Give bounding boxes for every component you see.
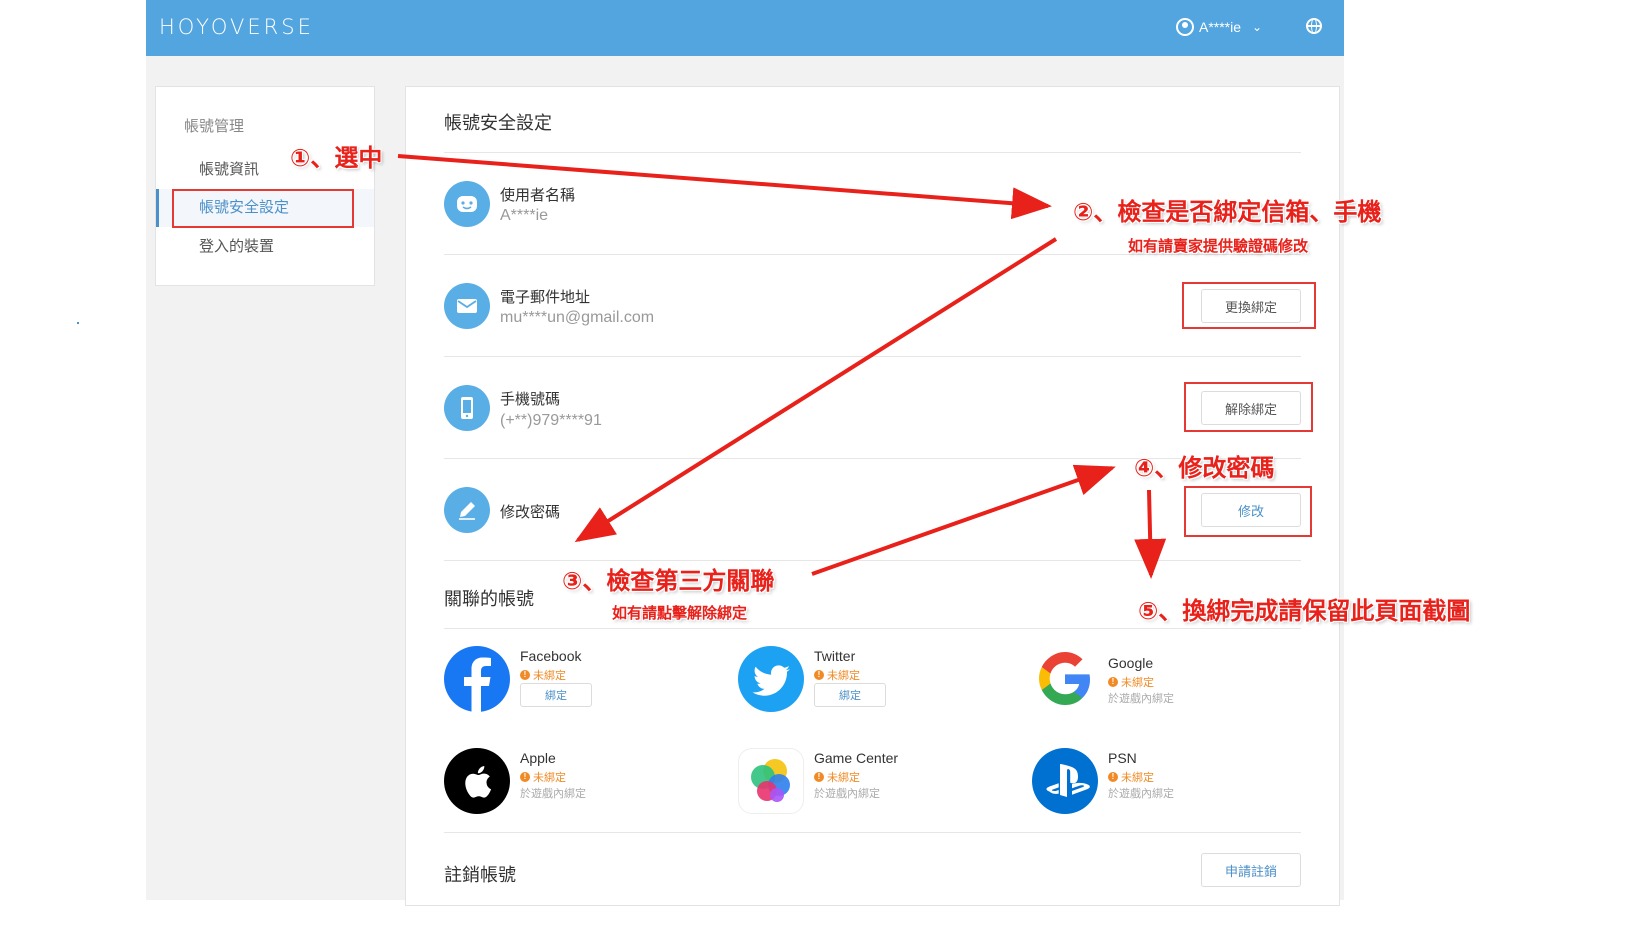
warning-icon: ! (520, 670, 530, 680)
cancel-account-title: 註銷帳號 (444, 865, 516, 885)
account-name: PSN (1108, 750, 1137, 766)
annotation-step5: ⑤、換綁完成請保留此頁面截圖 (1138, 598, 1471, 625)
annotation-step2-sub: 如有請賣家提供驗證碼修改 (1128, 238, 1309, 255)
highlight-box-phone (1184, 382, 1313, 432)
status-text: 未綁定 (827, 670, 860, 682)
status-badge: ! 未綁定 (814, 667, 860, 683)
phone-icon (444, 385, 490, 431)
bind-in-game-note: 於遊戲內綁定 (1108, 788, 1174, 800)
account-name: Game Center (814, 750, 899, 766)
mail-icon (444, 283, 490, 329)
status-text: 未綁定 (827, 772, 860, 784)
username-value: A****ie (500, 207, 549, 224)
linked-twitter: Twitter ! 未綁定 綁定 (738, 646, 998, 716)
linked-game-center: Game Center ! 未綁定 於遊戲內綁定 (738, 748, 998, 818)
bind-in-game-note: 於遊戲內綁定 (814, 788, 880, 800)
bind-twitter-button[interactable]: 綁定 (814, 683, 886, 707)
highlight-box-password (1184, 486, 1312, 537)
chevron-down-icon: ⌄ (1252, 20, 1263, 34)
divider (444, 628, 1301, 629)
warning-icon: ! (814, 772, 824, 782)
warning-icon: ! (520, 772, 530, 782)
divider (444, 152, 1301, 153)
sidebar-heading: 帳號管理 (184, 118, 245, 135)
account-name: Twitter (814, 648, 856, 664)
warning-icon: ! (1108, 772, 1118, 782)
bind-in-game-note: 於遊戲內綁定 (520, 788, 586, 800)
account-name: Facebook (520, 648, 582, 664)
sidebar-item-login-devices[interactable]: 登入的裝置 (156, 228, 374, 266)
status-badge: ! 未綁定 (814, 769, 860, 785)
linked-accounts-title: 關聯的帳號 (444, 589, 534, 609)
status-badge: ! 未綁定 (1108, 769, 1154, 785)
status-badge: ! 未綁定 (520, 769, 566, 785)
annotation-step3: ③、檢查第三方關聯 (562, 568, 775, 595)
globe-icon[interactable] (1306, 18, 1322, 34)
face-icon (444, 181, 490, 227)
annotation-step1: ①、選中 (290, 145, 383, 172)
hoyoverse-logo[interactable]: HOYOVERSE (159, 15, 314, 39)
warning-icon: ! (1108, 677, 1118, 687)
annotation-step2: ②、檢查是否綁定信箱、手機 (1073, 199, 1382, 226)
sidebar: 帳號管理 帳號資訊 帳號安全設定 登入的裝置 (155, 86, 375, 286)
top-bar: HOYOVERSE A****ie ⌄ (146, 0, 1344, 56)
google-icon (1032, 646, 1098, 712)
status-text: 未綁定 (1121, 772, 1154, 784)
twitter-icon (738, 646, 804, 712)
linked-apple: Apple ! 未綁定 於遊戲內綁定 (444, 748, 704, 818)
divider (444, 832, 1301, 833)
apply-cancel-button[interactable]: 申請註銷 (1201, 853, 1301, 887)
phone-value: (+**)979****91 (500, 412, 602, 429)
status-text: 未綁定 (533, 670, 566, 682)
bind-in-game-note: 於遊戲內綁定 (1108, 693, 1174, 705)
apple-icon (444, 748, 510, 814)
account-name: Google (1108, 655, 1154, 671)
user-avatar-icon (1176, 18, 1194, 36)
highlight-box-email (1182, 282, 1316, 329)
email-label: 電子郵件地址 (500, 289, 591, 306)
linked-google: Google ! 未綁定 於遊戲內綁定 (1032, 646, 1292, 716)
annotation-step3-sub: 如有請點擊解除綁定 (612, 605, 748, 622)
facebook-icon (444, 646, 510, 712)
warning-icon: ! (814, 670, 824, 680)
username-label: 使用者名稱 (500, 187, 576, 204)
linked-facebook: Facebook ! 未綁定 綁定 (444, 646, 704, 716)
username: A****ie (1199, 19, 1242, 35)
highlight-box-sidebar (172, 189, 354, 228)
linked-psn: PSN ! 未綁定 於遊戲內綁定 (1032, 748, 1292, 818)
status-text: 未綁定 (533, 772, 566, 784)
password-label: 修改密碼 (500, 504, 561, 521)
user-menu[interactable]: A****ie ⌄ (1176, 16, 1262, 38)
pencil-icon (444, 487, 490, 533)
game-center-icon (738, 748, 804, 814)
bind-facebook-button[interactable]: 綁定 (520, 683, 592, 707)
email-value: mu****un@gmail.com (500, 309, 655, 326)
page-title: 帳號安全設定 (444, 113, 552, 133)
phone-label: 手機號碼 (500, 391, 561, 408)
divider (444, 356, 1301, 357)
status-badge: ! 未綁定 (1108, 674, 1154, 690)
status-text: 未綁定 (1121, 677, 1154, 689)
account-name: Apple (520, 750, 556, 766)
stray-dot (77, 322, 79, 324)
status-badge: ! 未綁定 (520, 667, 566, 683)
playstation-icon (1032, 748, 1098, 814)
annotation-step4: ④、修改密碼 (1134, 455, 1275, 482)
